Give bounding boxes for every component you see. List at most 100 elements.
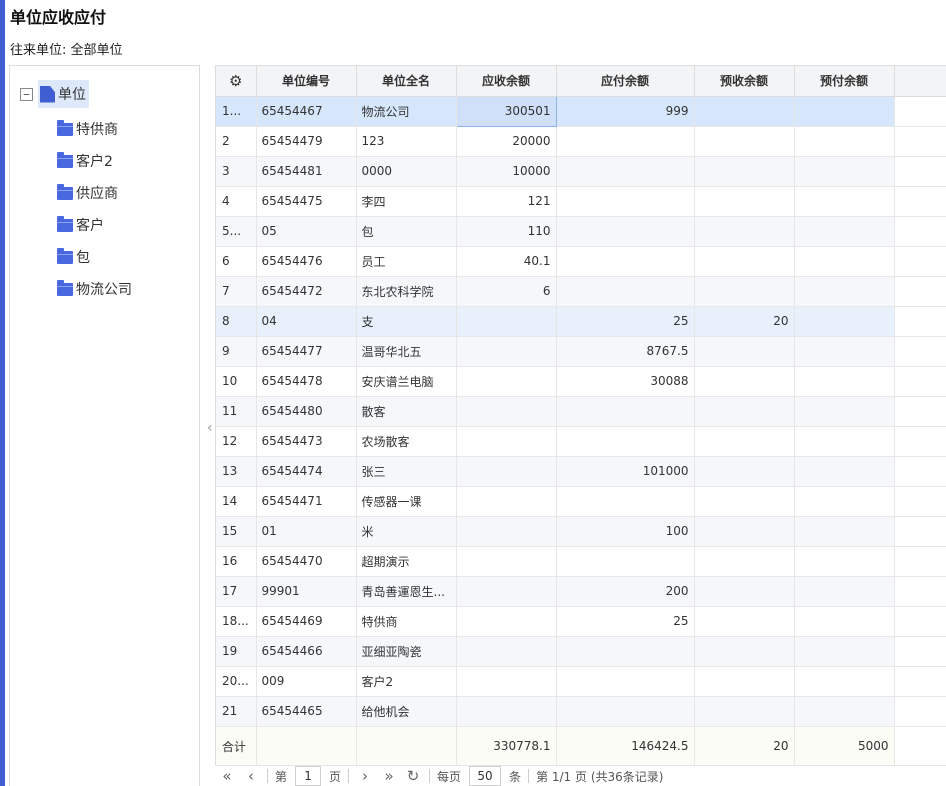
cell-prereceived[interactable]: [694, 486, 795, 517]
cell-prereceived[interactable]: [694, 126, 795, 157]
column-header[interactable]: 单位编号: [256, 66, 357, 97]
cell-code[interactable]: 65454471: [256, 486, 357, 517]
cell-name[interactable]: 温哥华北五: [356, 336, 457, 367]
tree-item-wuliu[interactable]: 物流公司: [57, 273, 132, 305]
table-row[interactable]: 17 99901 青岛善運恩生... 200: [216, 576, 946, 607]
cell-name[interactable]: 物流公司: [356, 96, 457, 127]
table-row[interactable]: 18... 65454469 特供商 25: [216, 606, 946, 637]
cell-prereceived[interactable]: [694, 276, 795, 307]
cell-code[interactable]: 65454481: [256, 156, 357, 187]
cell-payable[interactable]: [556, 426, 695, 457]
cell-prepaid[interactable]: [794, 486, 895, 517]
cell-name[interactable]: 安庆谱兰电脑: [356, 366, 457, 397]
cell-prepaid[interactable]: [794, 546, 895, 577]
cell-prepaid[interactable]: [794, 156, 895, 187]
cell-payable[interactable]: 999: [556, 96, 695, 127]
cell-payable[interactable]: [556, 186, 695, 217]
table-row[interactable]: 12 65454473 农场散客: [216, 426, 946, 457]
cell-receivable[interactable]: [456, 426, 557, 457]
cell-prepaid[interactable]: [794, 336, 895, 367]
cell-code[interactable]: 65454469: [256, 606, 357, 637]
page-number-input[interactable]: 1: [295, 766, 322, 786]
cell-code[interactable]: 04: [256, 306, 357, 337]
cell-receivable[interactable]: [456, 546, 557, 577]
cell-prepaid[interactable]: [794, 666, 895, 697]
cell-name[interactable]: 支: [356, 306, 457, 337]
cell-payable[interactable]: 25: [556, 606, 695, 637]
cell-name[interactable]: 客户2: [356, 666, 457, 697]
cell-prereceived[interactable]: [694, 216, 795, 247]
first-page-icon[interactable]: «: [215, 767, 239, 785]
cell-name[interactable]: 包: [356, 216, 457, 247]
cell-name[interactable]: 农场散客: [356, 426, 457, 457]
cell-code[interactable]: 65454465: [256, 696, 357, 727]
unit-filter[interactable]: 往来单位: 全部单位: [10, 39, 123, 58]
cell-payable[interactable]: [556, 636, 695, 667]
cell-payable[interactable]: 8767.5: [556, 336, 695, 367]
cell-receivable[interactable]: [456, 456, 557, 487]
cell-prepaid[interactable]: [794, 96, 895, 127]
panel-collapse-icon[interactable]: ‹: [207, 420, 213, 436]
table-row[interactable]: 7 65454472 东北农科学院 6: [216, 276, 946, 307]
cell-code[interactable]: 65454472: [256, 276, 357, 307]
cell-name[interactable]: 米: [356, 516, 457, 547]
table-row[interactable]: 14 65454471 传感器一课: [216, 486, 946, 517]
cell-prereceived[interactable]: [694, 696, 795, 727]
cell-name[interactable]: 东北农科学院: [356, 276, 457, 307]
table-row[interactable]: 15 01 米 100: [216, 516, 946, 547]
cell-prepaid[interactable]: [794, 636, 895, 667]
cell-receivable[interactable]: [456, 516, 557, 547]
tree-item-tegongshang[interactable]: 特供商: [57, 113, 132, 145]
table-row[interactable]: 6 65454476 员工 40.1: [216, 246, 946, 277]
tree-item-kehu[interactable]: 客户: [57, 209, 132, 241]
cell-payable[interactable]: [556, 486, 695, 517]
table-row[interactable]: 16 65454470 超期演示: [216, 546, 946, 577]
cell-prepaid[interactable]: [794, 696, 895, 727]
refresh-icon[interactable]: ↻: [401, 767, 425, 785]
cell-prepaid[interactable]: [794, 186, 895, 217]
cell-receivable[interactable]: 300501: [455, 95, 557, 127]
column-header[interactable]: 预付余额: [794, 66, 895, 97]
cell-payable[interactable]: [556, 216, 695, 247]
cell-receivable[interactable]: 121: [456, 186, 557, 217]
cell-prereceived[interactable]: [694, 546, 795, 577]
cell-prereceived[interactable]: [694, 666, 795, 697]
cell-code[interactable]: 99901: [256, 576, 357, 607]
cell-name[interactable]: 特供商: [356, 606, 457, 637]
last-page-icon[interactable]: »: [377, 767, 401, 785]
cell-receivable[interactable]: [456, 306, 557, 337]
table-row[interactable]: 19 65454466 亚细亚陶瓷: [216, 636, 946, 667]
cell-payable[interactable]: 100: [556, 516, 695, 547]
cell-payable[interactable]: [556, 396, 695, 427]
cell-payable[interactable]: 101000: [556, 456, 695, 487]
cell-code[interactable]: 65454480: [256, 396, 357, 427]
cell-prepaid[interactable]: [794, 366, 895, 397]
cell-prereceived[interactable]: [694, 396, 795, 427]
cell-payable[interactable]: [556, 666, 695, 697]
cell-prepaid[interactable]: [794, 576, 895, 607]
cell-code[interactable]: 65454477: [256, 336, 357, 367]
cell-code[interactable]: 65454475: [256, 186, 357, 217]
cell-prereceived[interactable]: [694, 156, 795, 187]
cell-payable[interactable]: [556, 156, 695, 187]
cell-name[interactable]: 亚细亚陶瓷: [356, 636, 457, 667]
cell-prepaid[interactable]: [794, 426, 895, 457]
cell-receivable[interactable]: [456, 336, 557, 367]
cell-receivable[interactable]: [456, 366, 557, 397]
table-row[interactable]: 2 65454479 123 20000: [216, 126, 946, 157]
cell-prepaid[interactable]: [794, 516, 895, 547]
cell-name[interactable]: 张三: [356, 456, 457, 487]
cell-payable[interactable]: [556, 126, 695, 157]
cell-receivable[interactable]: 40.1: [456, 246, 557, 277]
next-page-icon[interactable]: ›: [353, 767, 377, 785]
cell-prepaid[interactable]: [794, 246, 895, 277]
table-row[interactable]: 3 65454481 0000 10000: [216, 156, 946, 187]
cell-receivable[interactable]: [456, 636, 557, 667]
cell-prereceived[interactable]: [694, 576, 795, 607]
cell-code[interactable]: 05: [256, 216, 357, 247]
cell-receivable[interactable]: 10000: [456, 156, 557, 187]
cell-code[interactable]: 65454470: [256, 546, 357, 577]
table-row[interactable]: 21 65454465 给他机会: [216, 696, 946, 727]
tree-item-bao[interactable]: 包: [57, 241, 132, 273]
cell-code[interactable]: 65454478: [256, 366, 357, 397]
